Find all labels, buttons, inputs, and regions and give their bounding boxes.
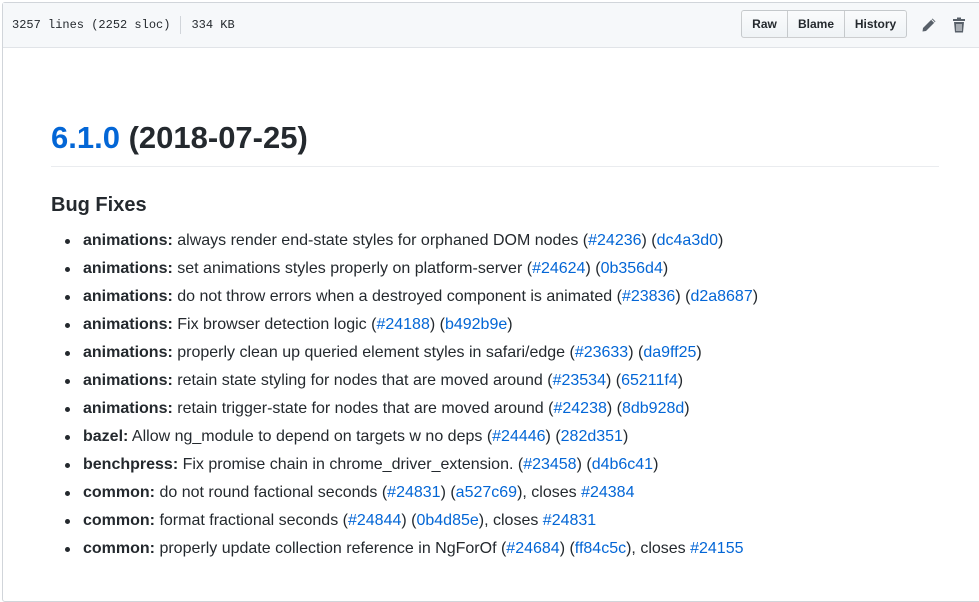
list-item: animations: always render end-state styl…: [65, 231, 939, 259]
commit-link[interactable]: 0b356d4: [601, 260, 663, 277]
history-button[interactable]: History: [845, 10, 907, 38]
raw-button[interactable]: Raw: [741, 10, 788, 38]
change-text: retain state styling for nodes that are …: [177, 372, 543, 389]
pr-link[interactable]: #24238: [553, 400, 606, 417]
list-item: common: properly update collection refer…: [65, 539, 939, 567]
list-item: animations: Fix browser detection logic …: [65, 315, 939, 343]
change-scope: animations:: [83, 260, 173, 277]
pr-link[interactable]: #24624: [532, 260, 585, 277]
pr-link[interactable]: #24236: [588, 232, 641, 249]
change-text: format fractional seconds: [159, 512, 339, 529]
change-scope: animations:: [83, 288, 173, 305]
change-scope: bazel:: [83, 428, 129, 445]
change-text: Allow ng_module to depend on targets w n…: [131, 428, 483, 445]
commit-link[interactable]: d2a8687: [690, 288, 752, 305]
change-text: do not throw errors when a destroyed com…: [177, 288, 613, 305]
pr-link[interactable]: #24831: [387, 484, 440, 501]
pr-link[interactable]: #24188: [376, 316, 429, 333]
change-scope: animations:: [83, 316, 173, 333]
change-text: properly clean up queried element styles…: [177, 344, 566, 361]
commit-link[interactable]: ff84c5c: [575, 540, 626, 557]
release-version-link[interactable]: 6.1.0: [51, 120, 120, 155]
file-actions: Raw Blame History: [741, 10, 907, 38]
list-item: common: do not round factional seconds (…: [65, 483, 939, 511]
closes-issue-link[interactable]: #24155: [690, 540, 743, 557]
list-item: animations: retain state styling for nod…: [65, 371, 939, 399]
list-item: benchpress: Fix promise chain in chrome_…: [65, 455, 939, 483]
blame-button[interactable]: Blame: [788, 10, 845, 38]
change-text: retain trigger-state for nodes that are …: [177, 400, 544, 417]
list-item: animations: do not throw errors when a d…: [65, 287, 939, 315]
file-header: 3257 lines (2252 sloc) 334 KB Raw Blame …: [3, 3, 979, 48]
commit-link[interactable]: da9ff25: [643, 344, 696, 361]
commit-link[interactable]: a527c69: [456, 484, 517, 501]
pr-link[interactable]: #23836: [622, 288, 675, 305]
change-scope: animations:: [83, 372, 173, 389]
trash-icon[interactable]: [952, 17, 968, 33]
commit-link[interactable]: 282d351: [561, 428, 623, 445]
change-text: do not round factional seconds: [159, 484, 378, 501]
list-item: animations: properly clean up queried el…: [65, 343, 939, 371]
change-text: properly update collection reference in …: [159, 540, 497, 557]
release-heading: 6.1.0 (2018-07-25): [51, 119, 939, 167]
change-text: Fix promise chain in chrome_driver_exten…: [182, 456, 514, 473]
change-scope: animations:: [83, 400, 173, 417]
pr-link[interactable]: #23458: [523, 456, 576, 473]
release-date: (2018-07-25): [128, 120, 308, 155]
pr-link[interactable]: #24446: [492, 428, 545, 445]
change-text: set animations styles properly on platfo…: [177, 260, 523, 277]
change-text: Fix browser detection logic: [177, 316, 367, 333]
changes-list: animations: always render end-state styl…: [51, 231, 939, 567]
pencil-icon[interactable]: [921, 17, 937, 33]
list-item: animations: retain trigger-state for nod…: [65, 399, 939, 427]
change-scope: animations:: [83, 344, 173, 361]
line-count: 3257 lines (2252 sloc): [12, 18, 171, 32]
commit-link[interactable]: 8db928d: [622, 400, 684, 417]
closes-issue-link[interactable]: #24384: [581, 484, 634, 501]
commit-link[interactable]: 0b4d85e: [416, 512, 478, 529]
closes-issue-link[interactable]: #24831: [543, 512, 596, 529]
file-info: 3257 lines (2252 sloc) 334 KB: [3, 16, 235, 34]
list-item: animations: set animations styles proper…: [65, 259, 939, 287]
commit-link[interactable]: b492b9e: [445, 316, 507, 333]
change-scope: animations:: [83, 232, 173, 249]
list-item: bazel: Allow ng_module to depend on targ…: [65, 427, 939, 455]
list-item: common: format fractional seconds (#2484…: [65, 511, 939, 539]
divider: [180, 16, 182, 34]
file-size: 334 KB: [191, 18, 235, 32]
change-scope: common:: [83, 484, 155, 501]
change-scope: benchpress:: [83, 456, 179, 473]
commit-link[interactable]: 65211f4: [621, 372, 678, 389]
commit-link[interactable]: dc4a3d0: [657, 232, 718, 249]
change-scope: common:: [83, 540, 155, 557]
pr-link[interactable]: #24684: [506, 540, 559, 557]
pr-link[interactable]: #23633: [575, 344, 628, 361]
pr-link[interactable]: #24844: [348, 512, 401, 529]
file-view: 3257 lines (2252 sloc) 334 KB Raw Blame …: [2, 2, 979, 602]
commit-link[interactable]: d4b6c41: [592, 456, 653, 473]
change-scope: common:: [83, 512, 155, 529]
pr-link[interactable]: #23534: [553, 372, 606, 389]
section-title: Bug Fixes: [51, 194, 147, 216]
change-text: always render end-state styles for orpha…: [177, 232, 579, 249]
